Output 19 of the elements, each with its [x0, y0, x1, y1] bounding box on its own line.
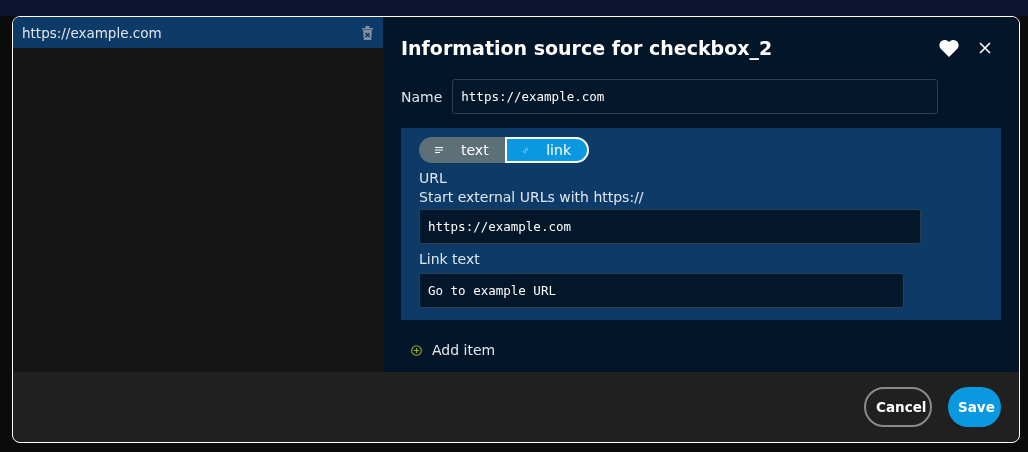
plus-circle-icon: [411, 344, 422, 356]
link-icon: [523, 145, 529, 155]
name-field[interactable]: https://example.com: [452, 79, 939, 114]
source-url: https://example.com: [22, 24, 162, 41]
lines-icon: [435, 147, 443, 153]
url-hint: Start external URLs with https://: [419, 188, 644, 207]
cancel-button[interactable]: Cancel: [864, 387, 932, 427]
dialog-title: Information source for checkbox_2: [401, 37, 774, 59]
url-field[interactable]: https://example.com: [419, 209, 921, 244]
close-icon[interactable]: [979, 42, 991, 54]
link-text-field[interactable]: Go to example URL: [419, 273, 904, 308]
source-list-item[interactable]: https://example.com: [13, 17, 383, 48]
trash-icon[interactable]: [362, 25, 373, 40]
heart-icon[interactable]: [939, 39, 959, 57]
type-tab[interactable]: text: [419, 137, 505, 163]
add-item-button[interactable]: Add item: [411, 342, 1001, 358]
link-text-label: Link text: [419, 250, 480, 269]
url-label: URL: [419, 169, 447, 188]
name-label: Name: [401, 88, 443, 105]
